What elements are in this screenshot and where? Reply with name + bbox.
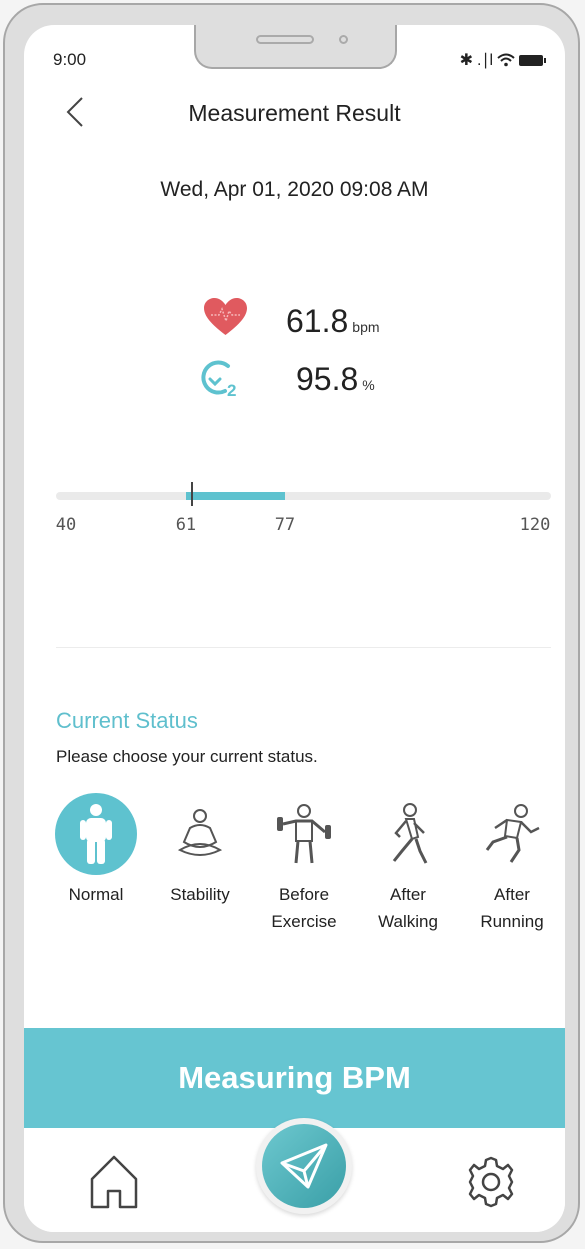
speaker [256, 35, 314, 44]
heart-rate-unit: bpm [352, 319, 380, 335]
signal-icon: .∣l [477, 52, 493, 69]
range-low-label: 61 [175, 515, 197, 535]
heart-icon [204, 298, 247, 335]
battery-icon [519, 54, 546, 66]
notch [194, 25, 397, 69]
current-status-subtitle: Please choose your current status. [56, 747, 318, 766]
dumbbell-person-icon [277, 804, 331, 864]
status-before-exercise-label: Before Exercise [271, 885, 337, 931]
running-person-icon [485, 804, 540, 863]
measurement-marker [190, 482, 193, 506]
range-min-label: 40 [55, 515, 77, 535]
svg-text:2: 2 [227, 381, 236, 398]
measurement-datetime: Wed, Apr 01, 2020 09:08 AM [160, 178, 429, 201]
o2-icon: 2 [201, 360, 236, 398]
page-title: Measurement Result [188, 100, 401, 126]
send-button[interactable] [256, 1118, 352, 1214]
status-after-walking-label: After Walking [378, 885, 438, 931]
spo2-readout: 95.8 % [296, 361, 375, 398]
measuring-bpm-button[interactable]: Measuring BPM [24, 1028, 565, 1128]
status-after-running-circle [471, 793, 553, 875]
status-time: 9:00 [53, 50, 87, 69]
status-after-running[interactable]: After Running [460, 793, 564, 935]
spo2-unit: % [362, 377, 375, 393]
range-max-label: 120 [519, 515, 551, 535]
status-stability-circle [159, 793, 241, 875]
range-high-label: 77 [274, 515, 296, 535]
wifi-icon [497, 53, 515, 67]
person-standing-icon [80, 804, 112, 864]
heart-rate-readout: 61.8 bpm [286, 303, 380, 340]
status-stability-label: Stability [170, 885, 230, 904]
camera [339, 35, 348, 44]
send-button-inner [262, 1124, 346, 1208]
status-normal-label: Normal [68, 885, 124, 904]
normal-range [185, 492, 285, 500]
bottom-nav [24, 1118, 565, 1232]
meditation-icon [177, 809, 223, 856]
current-status-title: Current Status [56, 708, 198, 733]
spo2-value: 95.8 [296, 361, 359, 397]
walking-person-icon [392, 803, 428, 864]
range-track [56, 482, 551, 506]
send-icon [280, 1143, 328, 1189]
status-normal-circle [55, 793, 137, 875]
screen: 9:00 ✱ .∣l Measurement Result Wed, Apr 0… [24, 25, 565, 1232]
bluetooth-icon: ✱ [459, 52, 473, 69]
divider [56, 647, 551, 648]
status-after-walking-circle [367, 793, 449, 875]
status-after-running-label: After Running [480, 885, 544, 931]
status-normal[interactable]: Normal [44, 793, 148, 908]
status-before-exercise[interactable]: Before Exercise [252, 793, 356, 935]
heart-rate-value: 61.8 [286, 303, 349, 339]
gear-icon[interactable] [461, 1152, 521, 1212]
home-icon[interactable] [88, 1153, 140, 1211]
status-icons: ✱ .∣l [459, 50, 546, 70]
phone-frame: 9:00 ✱ .∣l Measurement Result Wed, Apr 0… [3, 3, 580, 1243]
status-stability[interactable]: Stability [148, 793, 252, 908]
status-after-walking[interactable]: After Walking [356, 793, 460, 935]
status-before-exercise-circle [263, 793, 345, 875]
